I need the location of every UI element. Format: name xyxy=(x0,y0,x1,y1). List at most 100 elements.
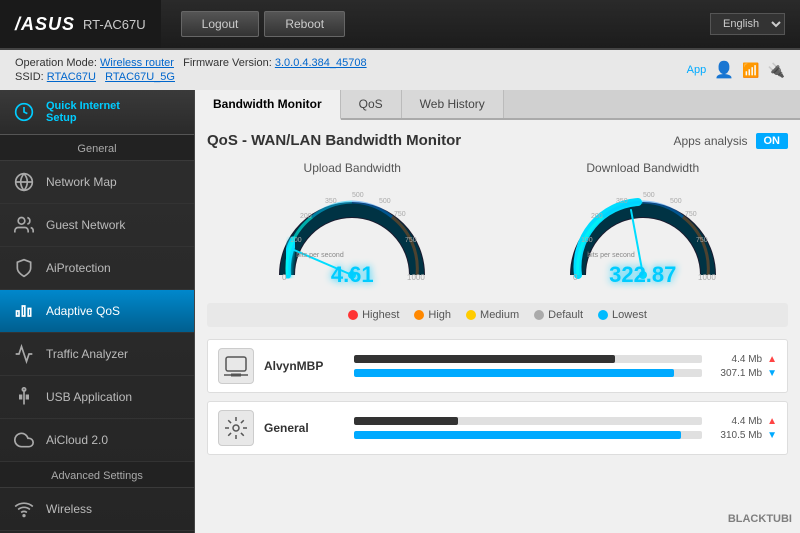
download-title: Download Bandwidth xyxy=(586,161,699,175)
sidebar-item-usb-application[interactable]: USB Application xyxy=(0,376,194,419)
wireless-icon xyxy=(12,497,36,521)
apps-analysis-label: Apps analysis xyxy=(673,134,747,148)
reboot-button[interactable]: Reboot xyxy=(264,11,345,37)
tab-web-history[interactable]: Web History xyxy=(402,90,504,118)
tab-bandwidth-monitor[interactable]: Bandwidth Monitor xyxy=(195,90,341,120)
quick-setup-icon xyxy=(12,100,36,124)
svg-text:500: 500 xyxy=(670,198,682,205)
device-0-download-fill xyxy=(354,369,674,377)
device-0-download-bg xyxy=(354,369,702,377)
usb-icon: 🔌 xyxy=(768,62,785,79)
op-mode-value[interactable]: Wireless router xyxy=(100,57,174,69)
asus-logo: /ASUS xyxy=(15,14,75,35)
svg-text:1000: 1000 xyxy=(698,273,716,282)
header-buttons: Logout Reboot xyxy=(181,11,345,37)
sidebar-item-network-map[interactable]: Network Map xyxy=(0,161,194,204)
watermark: BLACKTUBI xyxy=(728,513,792,525)
op-mode-line: Operation Mode: Wireless router Firmware… xyxy=(15,57,367,69)
general-section-title: General xyxy=(0,135,194,161)
usb-application-label: USB Application xyxy=(46,390,132,404)
sidebar-item-aicloud[interactable]: AiCloud 2.0 xyxy=(0,419,194,462)
logout-button[interactable]: Logout xyxy=(181,11,260,37)
app-label: App xyxy=(687,64,707,76)
usb-application-icon xyxy=(12,385,36,409)
device-icon-gear xyxy=(218,410,254,446)
device-1-download-value: 310.5 Mb xyxy=(707,430,762,441)
download-value: 322.87 xyxy=(609,262,676,288)
svg-text:750: 750 xyxy=(696,237,708,244)
legend-default-dot xyxy=(534,310,544,320)
device-1-name: General xyxy=(264,421,344,435)
language-select[interactable]: English xyxy=(710,13,785,35)
firmware-value[interactable]: 3.0.0.4.384_45708 xyxy=(275,57,367,69)
download-arrow-icon-1: ▼ xyxy=(767,430,777,441)
upload-gauge-canvas: 0 100 200 350 500 500 750 750 1000 bits … xyxy=(272,180,432,293)
device-0-upload-value: 4.4 Mb xyxy=(707,354,762,365)
main-layout: Quick InternetSetup General Network Map … xyxy=(0,90,800,533)
svg-text:100: 100 xyxy=(290,237,302,244)
apps-analysis-toggle[interactable]: ON xyxy=(756,133,789,149)
download-gauge: Download Bandwidth xyxy=(563,161,723,293)
sidebar-item-aiprotection[interactable]: AiProtection xyxy=(0,247,194,290)
apps-analysis: Apps analysis ON xyxy=(673,133,788,149)
ssid-2g[interactable]: RTAC67U xyxy=(47,71,96,83)
wifi-icon: 📶 xyxy=(742,62,759,79)
person-icon[interactable]: 👤 xyxy=(714,60,734,80)
svg-text:100: 100 xyxy=(581,237,593,244)
svg-text:0: 0 xyxy=(573,273,578,282)
device-0-name: AlvynMBP xyxy=(264,359,344,373)
quick-setup-label: Quick InternetSetup xyxy=(46,100,120,124)
content-area: Bandwidth Monitor QoS Web History QoS - … xyxy=(195,90,800,533)
legend: Highest High Medium Default xyxy=(207,303,788,327)
legend-lowest: Lowest xyxy=(598,309,647,321)
sidebar-item-traffic-analyzer[interactable]: Traffic Analyzer xyxy=(0,333,194,376)
legend-high-dot xyxy=(414,310,424,320)
legend-medium: Medium xyxy=(466,309,519,321)
device-1-download-fill xyxy=(354,431,681,439)
network-map-icon xyxy=(12,170,36,194)
sidebar-item-wireless[interactable]: Wireless xyxy=(0,488,194,531)
device-0-upload-row: 4.4 Mb ▲ xyxy=(354,354,777,365)
legend-default: Default xyxy=(534,309,583,321)
upload-arrow-icon-1: ▲ xyxy=(767,416,777,427)
device-1-upload-value: 4.4 Mb xyxy=(707,416,762,427)
aicloud-icon xyxy=(12,428,36,452)
legend-medium-label: Medium xyxy=(480,309,519,321)
legend-default-label: Default xyxy=(548,309,583,321)
wireless-label: Wireless xyxy=(46,502,92,516)
svg-text:350: 350 xyxy=(325,198,337,205)
download-arrow-icon: ▼ xyxy=(767,368,777,379)
adaptive-qos-icon xyxy=(12,299,36,323)
sidebar-item-guest-network[interactable]: Guest Network xyxy=(0,204,194,247)
router-model: RT-AC67U xyxy=(83,17,146,32)
legend-highest: Highest xyxy=(348,309,399,321)
adaptive-qos-label: Adaptive QoS xyxy=(46,304,120,318)
legend-high-label: High xyxy=(428,309,451,321)
legend-medium-dot xyxy=(466,310,476,320)
device-row-1: General 4.4 Mb ▲ xyxy=(207,401,788,455)
device-1-download-bg xyxy=(354,431,702,439)
device-0-upload-fill xyxy=(354,355,615,363)
ssid-label: SSID: xyxy=(15,71,44,83)
svg-text:bits per second: bits per second xyxy=(587,252,635,259)
sidebar: Quick InternetSetup General Network Map … xyxy=(0,90,195,533)
ssid-5g[interactable]: RTAC67U_5G xyxy=(105,71,175,83)
tab-qos[interactable]: QoS xyxy=(341,90,402,118)
ssid-line: SSID: RTAC67U RTAC67U_5G xyxy=(15,71,367,83)
traffic-analyzer-icon xyxy=(12,342,36,366)
svg-text:500: 500 xyxy=(379,198,391,205)
sidebar-item-adaptive-qos[interactable]: Adaptive QoS xyxy=(0,290,194,333)
legend-high: High xyxy=(414,309,451,321)
sidebar-item-quick-setup[interactable]: Quick InternetSetup xyxy=(0,90,194,135)
device-0-bars: 4.4 Mb ▲ 307.1 Mb ▼ xyxy=(354,354,777,379)
guest-network-label: Guest Network xyxy=(46,218,125,232)
device-1-download-row: 310.5 Mb ▼ xyxy=(354,430,777,441)
device-0-upload-bg xyxy=(354,355,702,363)
download-gauge-canvas: 0 100 200 350 500 500 750 750 1000 bits … xyxy=(563,180,723,293)
aiprotection-icon xyxy=(12,256,36,280)
svg-text:350: 350 xyxy=(616,198,628,205)
device-icon-laptop xyxy=(218,348,254,384)
gauges-row: Upload Bandwidth xyxy=(207,161,788,293)
device-0-download-row: 307.1 Mb ▼ xyxy=(354,368,777,379)
qos-header: QoS - WAN/LAN Bandwidth Monitor Apps ana… xyxy=(207,132,788,149)
